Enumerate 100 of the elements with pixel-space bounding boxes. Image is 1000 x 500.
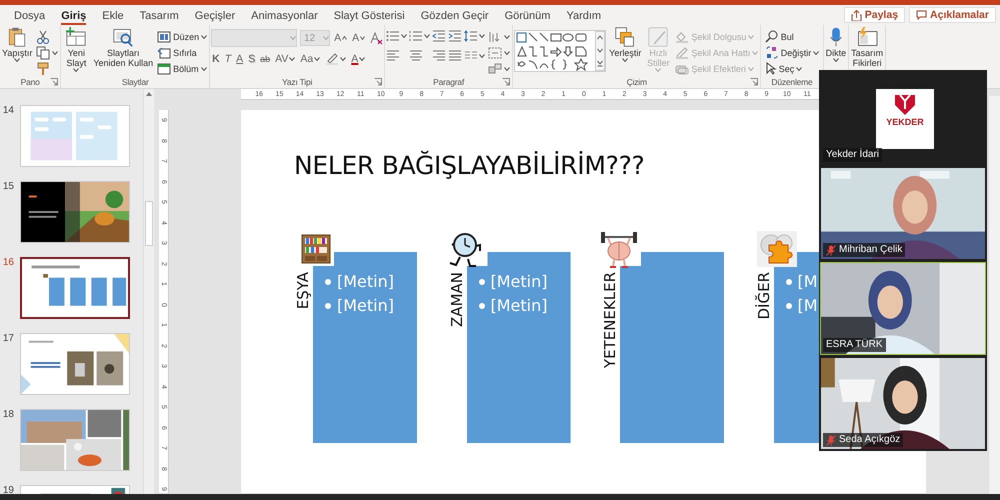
character-spacing-button[interactable]: AV	[274, 52, 296, 64]
ribbon-button[interactable]: Slaytları Yeniden Kullan	[92, 27, 154, 68]
bullet-icon	[325, 303, 331, 309]
paintbrush-icon	[36, 62, 50, 76]
ribbon-button[interactable]: Bölüm	[156, 61, 208, 76]
slide-number: 16	[2, 257, 14, 268]
caret-icon	[401, 34, 408, 38]
launcher-icon[interactable]	[502, 78, 510, 86]
line-spacing-icon	[464, 30, 478, 42]
clear-format-icon	[369, 32, 384, 44]
bullet-text: [M	[798, 272, 818, 292]
ribbon-tab[interactable]: Dosya	[6, 10, 54, 25]
icon-button[interactable]	[487, 45, 512, 60]
group-label: Çizim	[626, 76, 648, 88]
icon-button[interactable]	[432, 50, 446, 62]
scroll-up-icon[interactable]	[145, 91, 153, 97]
icon-button[interactable]	[448, 50, 462, 62]
bullet-text: [M	[798, 296, 818, 316]
underline-button[interactable]: A	[235, 52, 244, 64]
italic-button[interactable]: T	[224, 52, 232, 64]
font-color-button[interactable]: A	[350, 52, 366, 64]
section-icon	[157, 62, 172, 74]
scrollbar-thumb[interactable]	[145, 201, 153, 246]
ribbon-tab[interactable]: Geçişler	[186, 10, 244, 25]
icon-button[interactable]	[386, 30, 408, 42]
align-text-icon	[488, 46, 502, 58]
icon-button[interactable]	[487, 29, 512, 44]
font-name-field[interactable]	[211, 29, 298, 47]
numbered-list-icon	[409, 30, 424, 42]
scissors-icon	[36, 30, 50, 44]
icon-button[interactable]	[464, 30, 486, 42]
column-label: YETENEKLER	[601, 272, 620, 368]
ribbon-tab[interactable]: Görünüm	[496, 10, 558, 25]
ribbon-tab[interactable]: Gözden Geçir	[412, 10, 497, 25]
icon-button[interactable]	[35, 45, 60, 60]
icon-button[interactable]	[448, 30, 462, 42]
caret-icon	[340, 56, 346, 60]
group-label: Yazı Tipi	[281, 76, 314, 88]
align-right-icon	[432, 50, 446, 62]
share-button[interactable]: Paylaş	[844, 7, 906, 23]
ribbon-tab[interactable]: Slayt Gösterisi	[326, 10, 413, 25]
shrink-font-button[interactable]: A	[351, 32, 366, 44]
ribbon-button[interactable]: Yerleştir	[608, 27, 642, 62]
scrollbar[interactable]	[988, 96, 1000, 494]
ribbon-tab[interactable]: Ekle	[94, 10, 132, 25]
text-direction-icon	[488, 30, 502, 42]
slide-number: 18	[2, 409, 14, 420]
ribbon-button[interactable]: Yeni Slayt	[62, 27, 90, 72]
ribbon-button[interactable]: Seç	[764, 61, 820, 76]
icon-button[interactable]	[432, 30, 446, 42]
search-icon	[764, 30, 779, 43]
grow-font-button[interactable]: A	[333, 32, 348, 44]
slide-number: 19	[2, 485, 14, 494]
strikethrough-button[interactable]: ab	[259, 54, 272, 64]
launcher-icon[interactable]	[750, 78, 758, 86]
slide-number: 15	[2, 181, 14, 192]
group-label: Slaytlar	[120, 76, 150, 88]
smartart-icon	[488, 62, 502, 74]
bullet-list-icon	[386, 30, 400, 42]
layout-icon	[157, 30, 172, 42]
ribbon-button[interactable]: Bul	[764, 29, 820, 44]
ribbon-button[interactable]: Sıfırla	[156, 45, 208, 60]
caret-icon	[479, 34, 486, 38]
ribbon-tab[interactable]: Animasyonlar	[243, 10, 326, 25]
participant-name: Yekder İdari	[826, 149, 879, 161]
bullet-icon	[478, 303, 484, 309]
comments-button[interactable]: Açıklamalar	[909, 7, 996, 23]
align-left-icon	[386, 50, 400, 62]
caret-icon	[290, 36, 296, 40]
logo-text: YEKDER	[886, 117, 924, 127]
highlighter-icon	[325, 52, 340, 65]
shadow-button[interactable]: S	[247, 52, 256, 64]
bullet-text: [Metin]	[337, 272, 394, 292]
ribbon-button[interactable]: Tasarım Fikirleri	[850, 27, 884, 68]
replace-icon	[764, 46, 779, 59]
slide-number: 14	[2, 105, 14, 116]
ribbon-button[interactable]: Düzen	[156, 29, 208, 44]
icon-button[interactable]	[487, 61, 512, 76]
bold-button[interactable]: K	[211, 52, 221, 64]
launcher-icon[interactable]	[374, 78, 382, 86]
bookshelf-icon	[300, 233, 332, 265]
ribbon-tab[interactable]: Giriş	[53, 10, 94, 25]
slide-thumbnail[interactable]	[20, 257, 130, 319]
ribbon-button[interactable]: Yapıştır	[1, 27, 34, 62]
puzzle-gears-icon	[756, 231, 796, 267]
ribbon-button[interactable]: Değiştir	[764, 45, 820, 60]
ribbon-tab[interactable]: Yardım	[558, 10, 610, 25]
ribbon-button[interactable]: Dikte	[824, 27, 848, 62]
column-label: EŞYA	[294, 272, 313, 310]
copy-icon	[36, 46, 50, 60]
launcher-icon[interactable]	[50, 78, 58, 86]
change-case-button[interactable]: Aa	[299, 52, 322, 64]
shape-gallery[interactable]	[514, 30, 606, 72]
brain-weightlifting-icon	[599, 229, 639, 269]
caret-icon	[424, 34, 430, 38]
ribbon-tab[interactable]: Tasarım	[132, 10, 187, 25]
share-icon	[850, 10, 862, 20]
icon-button[interactable]	[409, 30, 430, 42]
highlight-button[interactable]	[324, 52, 348, 65]
pointer-icon	[764, 62, 777, 75]
